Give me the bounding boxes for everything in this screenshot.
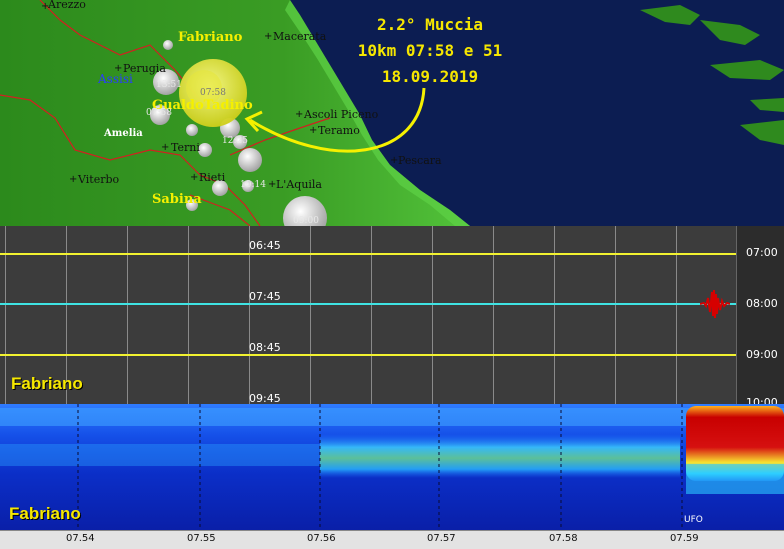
time-tag: 09:00 bbox=[293, 216, 319, 226]
region-label: Sabina bbox=[152, 192, 202, 207]
hour-scale: 07:00 08:00 09:00 10:00 bbox=[736, 226, 784, 404]
time-tag: 13:51 bbox=[156, 80, 182, 90]
svg-text:+: + bbox=[295, 109, 303, 120]
city-label: Macerata bbox=[273, 30, 327, 43]
city-label: Rieti bbox=[199, 171, 226, 184]
x-tick-label: 07.58 bbox=[549, 533, 578, 544]
map-panel: + + + + + + + + + + Arezzo Macerata Peru… bbox=[0, 0, 784, 226]
city-label: L'Aquila bbox=[276, 178, 322, 191]
region-label: Amelia bbox=[104, 128, 143, 139]
time-label: 08:45 bbox=[249, 341, 281, 354]
time-tag: 10:14 bbox=[240, 180, 266, 190]
hour-label: 10:00 bbox=[746, 396, 778, 404]
spectrogram-panel: Fabriano UFO bbox=[0, 404, 784, 530]
time-label: 07:45 bbox=[249, 290, 281, 303]
quake-depth-time: 10km 07:58 e 51 bbox=[357, 41, 503, 60]
quake-date: 18.09.2019 bbox=[381, 67, 479, 86]
x-tick-label: 07.55 bbox=[187, 533, 216, 544]
x-tick-label: 07.54 bbox=[66, 533, 95, 544]
station-label: Fabriano bbox=[11, 374, 83, 393]
city-label: Teramo bbox=[318, 124, 360, 137]
time-tag: 12:25 bbox=[222, 136, 248, 146]
city-label: Ascoli Piceno bbox=[304, 108, 379, 121]
x-tick-label: 07.56 bbox=[307, 533, 336, 544]
svg-text:+: + bbox=[69, 174, 77, 185]
svg-text:+: + bbox=[309, 125, 317, 136]
city-label: Arezzo bbox=[48, 0, 86, 11]
quake-location: 2.2° Muccia bbox=[377, 15, 483, 34]
hour-label: 07:00 bbox=[746, 246, 778, 259]
trace-line bbox=[0, 354, 736, 356]
ufo-tag: UFO bbox=[684, 515, 703, 525]
time-label: 09:45 bbox=[249, 392, 281, 404]
hour-label: 09:00 bbox=[746, 348, 778, 361]
spectrogram-graphic bbox=[0, 404, 784, 530]
region-label: Assisi bbox=[98, 72, 133, 86]
event-burst bbox=[700, 289, 730, 319]
city-label: Pescara bbox=[398, 154, 442, 167]
time-tag: 07:58 bbox=[200, 88, 226, 98]
city-label: Viterbo bbox=[78, 173, 120, 186]
svg-text:+: + bbox=[190, 172, 198, 183]
trace-line bbox=[0, 303, 736, 305]
region-label: Fabriano bbox=[178, 30, 243, 45]
spectro-station-label: Fabriano bbox=[9, 504, 81, 523]
city-label: Terni bbox=[171, 141, 200, 154]
x-tick-label: 07.59 bbox=[670, 533, 699, 544]
time-label: 06:45 bbox=[249, 239, 281, 252]
seismogram-panel: 06:45 07:45 08:45 09:45 Fabriano 07:00 0… bbox=[0, 226, 784, 404]
quake-info-box: 2.2° Muccia 10km 07:58 e 51 18.09.2019 bbox=[330, 12, 530, 90]
time-tag: 07:58 bbox=[146, 108, 172, 118]
svg-text:+: + bbox=[264, 31, 272, 42]
time-axis: 07.54 07.55 07.56 07.57 07.58 07.59 bbox=[0, 530, 784, 549]
x-tick-label: 07.57 bbox=[427, 533, 456, 544]
hour-label: 08:00 bbox=[746, 297, 778, 310]
svg-text:+: + bbox=[161, 142, 169, 153]
trace-line bbox=[0, 253, 736, 255]
